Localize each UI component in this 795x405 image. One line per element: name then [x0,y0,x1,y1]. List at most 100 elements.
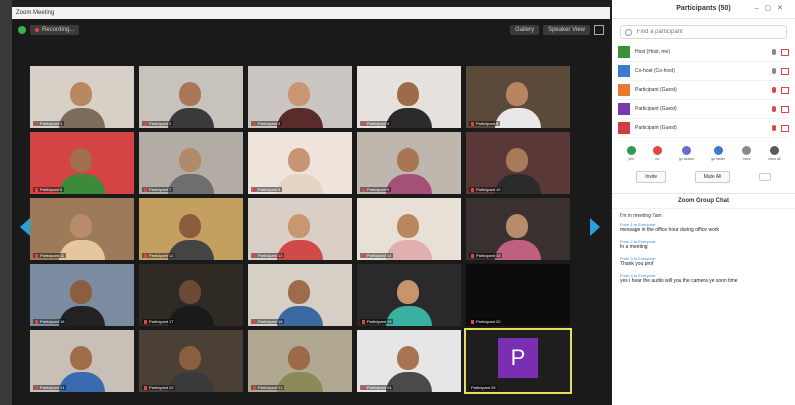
video-tile[interactable]: Participant 16 [30,264,134,326]
reaction-icon [652,146,662,155]
video-off-icon [781,67,789,75]
muted-mic-icon [253,121,256,126]
active-speaker-tile[interactable]: P Participant 25 [464,328,572,394]
participant-row[interactable]: Co-host (Co-host) [618,62,789,81]
tile-name-text: Participant 9 [367,187,390,192]
muted-mic-icon [471,187,474,192]
reaction-no-button[interactable]: no [652,146,662,161]
reaction-go-slower-button[interactable]: go slower [679,146,694,161]
tile-name-text: Participant 23 [258,385,283,390]
window-controls[interactable]: –▢✕ [755,4,789,12]
video-gallery-grid: Participant 1 Participant 2 Participant 3 P… [30,66,572,394]
video-tile[interactable]: Participant 22 [139,330,243,392]
muted-mic-icon [35,187,38,192]
security-shield-icon[interactable] [18,26,26,34]
muted-mic-icon [362,385,365,390]
video-tile[interactable]: Participant 4 [357,66,461,128]
video-tile[interactable]: Participant 1 [30,66,134,128]
muted-mic-icon [362,187,365,192]
window-title: Zoom Meeting [16,10,55,16]
participant-head [506,148,528,172]
tile-name-text: Participant 5 [476,121,499,126]
more-options-button[interactable] [758,173,771,181]
video-tile[interactable]: Participant 14 [357,198,461,260]
muted-mic-icon [471,319,474,324]
invite-button[interactable]: Invite [636,171,667,183]
video-tile[interactable]: Participant 7 [139,132,243,194]
video-tile[interactable]: Participant 8 [248,132,352,194]
reaction-more-button[interactable]: more [742,146,752,161]
microphone-icon[interactable] [772,87,776,93]
video-tile[interactable]: Participant 19 [357,264,461,326]
tile-name-label: Participant 2 [142,121,174,126]
video-tile[interactable]: Participant 6 [30,132,134,194]
participant-head [179,280,201,304]
muted-mic-icon [144,187,147,192]
video-tile[interactable]: Participant 5 [466,66,570,128]
muted-mic-icon [471,121,474,126]
participant-name: Participant (Guest) [635,87,677,93]
video-tile[interactable]: Participant 2 [139,66,243,128]
tile-name-label: Participant 7 [142,187,174,192]
participant-search[interactable] [620,25,787,39]
mute-all-button[interactable]: Mute All [694,171,731,183]
chat-messages: I'm in meeting I'am From 1 to Everyone: m… [612,209,795,294]
video-tile[interactable]: Participant 3 [248,66,352,128]
tile-name-label: Participant 16 [33,319,67,324]
fullscreen-icon[interactable] [594,25,604,35]
participant-row[interactable]: Host (Host, me) [618,43,789,62]
participant-name: Host (Host, me) [635,49,671,55]
reaction-clear-all-button[interactable]: clear all [768,146,780,161]
participant-head [506,214,528,238]
video-tile[interactable]: Participant 18 [248,264,352,326]
reaction-icon [713,146,723,155]
participant-row[interactable]: Participant (Guest) [618,100,789,119]
tile-name-label: Participant 15 [469,253,503,258]
video-tile[interactable]: Participant 9 [357,132,461,194]
video-tile[interactable]: Participant 15 [466,198,570,260]
reaction-yes-button[interactable]: yes [626,146,636,161]
video-tile[interactable]: Participant 17 [139,264,243,326]
video-tile[interactable]: Participant 13 [248,198,352,260]
avatar [618,122,630,134]
video-tile[interactable]: Participant 11 [30,198,134,260]
video-tile[interactable]: Participant 21 [30,330,134,392]
reaction-icon [626,146,636,155]
microphone-icon[interactable] [772,49,776,55]
recording-indicator[interactable]: Recording... [30,25,80,35]
tile-name-label: Participant 4 [360,121,392,126]
chat-message-text: message in the office hour during office… [620,227,720,233]
muted-mic-icon [144,319,147,324]
participant-head [506,82,528,106]
reaction-label: go faster [711,157,725,161]
tile-name-label: Participant 23 [251,385,285,390]
microphone-icon[interactable] [772,125,776,131]
muted-mic-icon [253,187,256,192]
participant-search-input[interactable] [634,28,782,36]
video-tile[interactable]: Participant 24 [357,330,461,392]
muted-mic-icon [362,121,365,126]
video-tile[interactable]: Participant 20 [466,264,570,326]
video-tile[interactable]: Participant 23 [248,330,352,392]
participant-head [397,214,419,238]
muted-mic-icon [471,253,474,258]
video-tile[interactable]: Participant 10 [466,132,570,194]
tile-name-text: Participant 12 [149,253,174,258]
video-off-icon [781,105,789,113]
microphone-icon[interactable] [772,68,776,74]
participant-row[interactable]: Participant (Guest) [618,81,789,100]
video-tile[interactable]: Participant 12 [139,198,243,260]
tile-name-label: Participant 3 [251,121,283,126]
microphone-icon[interactable] [772,106,776,112]
reaction-label: clear all [768,157,781,161]
speaker-view-button[interactable]: Speaker View [543,25,590,35]
participant-head [288,148,310,172]
reaction-go-faster-button[interactable]: go faster [711,146,725,161]
gallery-view-button[interactable]: Gallery [510,25,540,35]
participants-panel: –▢✕ Participants (50) Host (Host, me)Co-… [612,0,795,405]
participant-name: Participant (Guest) [635,125,677,131]
chat-message-text: Thank you prof [620,261,654,267]
muted-mic-icon [35,385,38,390]
participant-row[interactable]: Participant (Guest) [618,119,789,138]
video-off-icon [781,86,789,94]
